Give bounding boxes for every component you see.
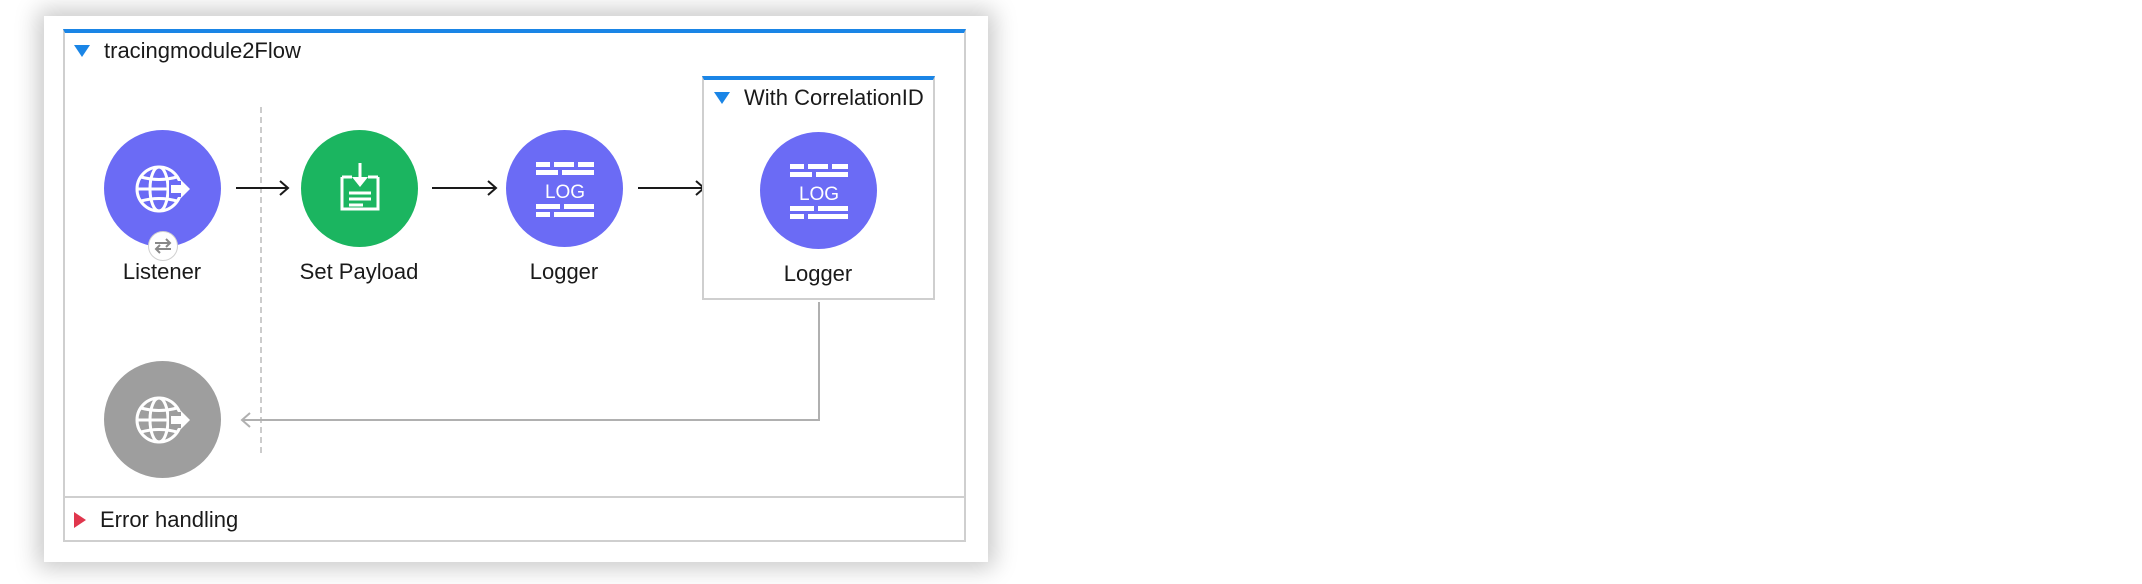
- globe-arrow-icon: [135, 396, 190, 443]
- logger-icon: LOG: [535, 161, 594, 217]
- connector-arrow: [638, 180, 706, 196]
- logger-label: Logger: [529, 259, 599, 284]
- return-connector: [240, 302, 820, 428]
- listener-label: Listener: [122, 259, 202, 284]
- connector-arrow: [236, 180, 290, 196]
- error-handling-label: Error handling: [100, 507, 239, 532]
- listener-node[interactable]: [104, 130, 221, 247]
- scope-title: With CorrelationID: [744, 85, 924, 110]
- http-response-node[interactable]: [104, 361, 221, 478]
- connector-arrow: [432, 180, 498, 196]
- scope-header[interactable]: With CorrelationID: [714, 84, 924, 112]
- globe-arrow-icon: [135, 165, 190, 212]
- set-payload-node[interactable]: [301, 130, 418, 247]
- collapse-triangle-icon[interactable]: [714, 92, 730, 104]
- error-handling-header[interactable]: Error handling: [74, 506, 238, 534]
- error-section-divider: [63, 496, 966, 498]
- set-payload-icon: [340, 162, 379, 210]
- expand-triangle-icon[interactable]: [74, 512, 86, 528]
- collapse-triangle-icon[interactable]: [74, 45, 90, 57]
- svg-text:LOG: LOG: [798, 184, 838, 205]
- exchange-badge-icon: [148, 231, 178, 261]
- set-payload-label: Set Payload: [299, 259, 419, 284]
- svg-text:LOG: LOG: [544, 182, 584, 203]
- flow-header[interactable]: tracingmodule2Flow: [74, 37, 301, 65]
- logger-icon: LOG: [789, 163, 848, 219]
- logger-node[interactable]: LOG: [506, 130, 623, 247]
- logger-label: Logger: [783, 261, 853, 286]
- logger-node[interactable]: LOG: [760, 132, 877, 249]
- flow-title: tracingmodule2Flow: [104, 38, 301, 63]
